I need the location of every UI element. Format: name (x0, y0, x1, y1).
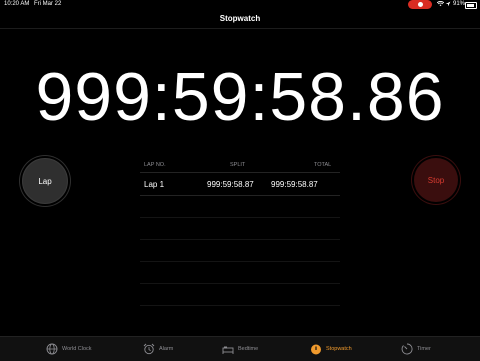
table-row: Lap 1 999:59:58.87 999:59:58.87 (140, 173, 340, 196)
location-icon (445, 1, 451, 7)
lap-number: Lap 1 (144, 180, 165, 189)
tab-label: Timer (417, 346, 431, 352)
stop-button-label: Stop (427, 175, 445, 185)
timer-icon (401, 343, 413, 355)
page-title: Stopwatch (219, 14, 261, 23)
tab-bedtime[interactable]: Bedtime (222, 342, 258, 356)
header-total: TOTAL (314, 162, 332, 168)
empty-row (140, 262, 340, 284)
screen-recording-indicator[interactable] (408, 0, 432, 9)
alarm-clock-icon (143, 343, 155, 355)
stopwatch-display: 999:59:58.86 (35, 59, 445, 135)
lap-button[interactable]: Lap (22, 158, 68, 204)
lap-table-header: LAP NO. SPLIT TOTAL (140, 158, 340, 173)
empty-row (140, 218, 340, 240)
lap-total: 999:59:58.87 (271, 180, 318, 189)
wifi-icon (437, 1, 444, 7)
tab-label: World Clock (62, 346, 92, 352)
lap-button-label: Lap (38, 176, 52, 186)
tab-label: Bedtime (238, 346, 259, 352)
tab-bar: World Clock Alarm Bedtime Stopwatch Time… (0, 336, 480, 361)
bed-icon (222, 346, 234, 354)
tab-label: Stopwatch (326, 346, 352, 352)
header-split: SPLIT (230, 162, 246, 168)
empty-row (140, 284, 340, 306)
status-bar: 10:20 AM Fri Mar 22 91% (0, 0, 480, 10)
lap-split: 999:59:58.87 (207, 180, 254, 189)
empty-row (140, 240, 340, 262)
header-lap-no: LAP NO. (144, 162, 166, 168)
tab-timer[interactable]: Timer (401, 342, 431, 356)
status-time: 10:20 AM (4, 1, 30, 7)
empty-row (140, 196, 340, 218)
tab-label: Alarm (159, 346, 174, 352)
lap-table: LAP NO. SPLIT TOTAL Lap 1 999:59:58.87 9… (140, 158, 340, 306)
battery-icon (465, 2, 477, 9)
nav-divider (0, 28, 480, 29)
battery-percent: 91% (453, 1, 466, 7)
status-date: Fri Mar 22 (34, 1, 62, 7)
tab-stopwatch[interactable]: Stopwatch (310, 342, 352, 356)
tab-alarm[interactable]: Alarm (143, 342, 173, 356)
globe-icon (46, 343, 58, 355)
stopwatch-icon (311, 344, 321, 355)
stop-button[interactable]: Stop (414, 158, 458, 202)
tab-world-clock[interactable]: World Clock (46, 342, 92, 356)
